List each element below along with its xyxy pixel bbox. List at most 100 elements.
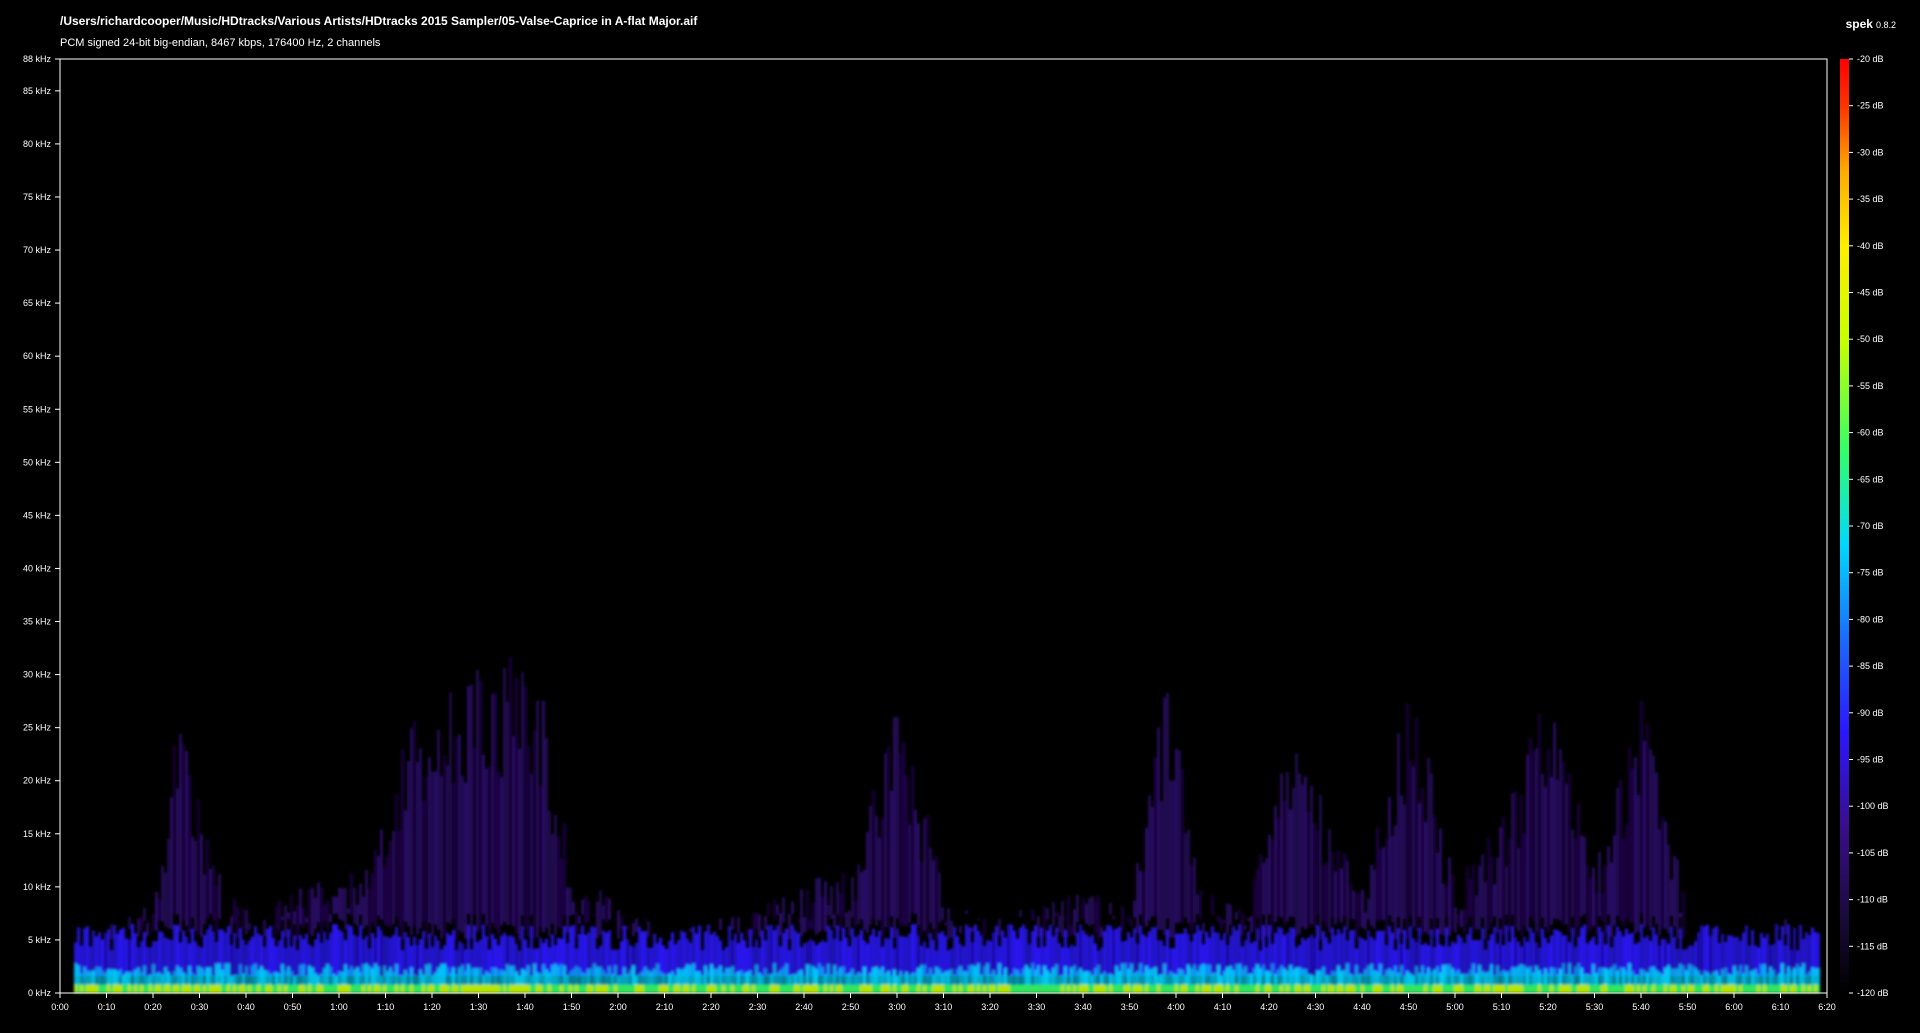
heat-cell-faint	[860, 872, 863, 920]
heat-cell-blue	[707, 924, 710, 977]
heat-cell-cyan	[116, 970, 119, 985]
heat-cell-low	[116, 984, 119, 993]
heat-cell-low	[1184, 984, 1187, 993]
heat-cell-cyan	[233, 974, 236, 985]
heat-cell-blue	[1469, 927, 1472, 977]
heat-cell-cyan	[623, 967, 626, 985]
heat-cell-blue	[1247, 931, 1250, 977]
heat-cell-low	[929, 984, 932, 993]
heat-cell-blue	[794, 930, 797, 977]
heat-cell-low	[776, 984, 779, 993]
heat-cell-faint	[1193, 857, 1196, 923]
heat-cell-cyan	[1265, 970, 1268, 985]
heat-cell-cyan	[1382, 975, 1385, 985]
heat-cell-faint	[146, 922, 149, 937]
heat-cell-cyan	[287, 966, 290, 985]
heat-cell-low	[1139, 984, 1142, 993]
heat-cell-low	[1784, 984, 1787, 993]
heat-cell-faint	[1451, 874, 1454, 931]
heat-cell-low	[527, 984, 530, 993]
heat-cell-cyan	[173, 971, 176, 985]
heat-cell-faint	[806, 889, 809, 931]
heat-cell-blue	[1775, 924, 1778, 977]
heat-cell-cyan	[125, 972, 128, 985]
heat-cell-faint	[1250, 916, 1253, 933]
heat-cell-cyan	[866, 975, 869, 985]
heat-cell-low	[1637, 984, 1640, 993]
heat-cell-blue	[536, 948, 539, 977]
heat-cell-cyan	[1403, 975, 1406, 985]
heat-cell-faint	[197, 799, 200, 935]
heat-cell-faint	[1418, 802, 1421, 917]
heat-cell-low	[1169, 984, 1172, 993]
heat-cell-blue	[869, 935, 872, 977]
heat-cell-cyan	[134, 969, 137, 985]
heat-cell-faint	[719, 918, 722, 930]
heat-cell-cyan	[575, 966, 578, 985]
heat-cell-blue	[1388, 925, 1391, 977]
heat-cell-cyan	[716, 968, 719, 985]
heat-cell-cyan	[377, 966, 380, 985]
heat-cell-low	[329, 984, 332, 993]
heat-cell-cyan	[1688, 964, 1691, 985]
heat-cell-faint	[1235, 912, 1238, 920]
heat-cell-low	[578, 984, 581, 993]
heat-cell-faint	[161, 865, 164, 922]
heat-cell-cyan	[1571, 974, 1574, 985]
heat-cell-cyan	[1550, 967, 1553, 985]
heat-cell-cyan	[629, 969, 632, 985]
heat-cell-faint	[1586, 864, 1589, 933]
colorbar-tick-label: -65 dB	[1857, 474, 1884, 484]
heat-cell-low	[470, 984, 473, 993]
heat-cell-blue	[659, 937, 662, 977]
heat-cell-blue	[1547, 942, 1550, 977]
heat-cell-faint	[533, 730, 536, 939]
heat-cell-faint	[791, 901, 794, 915]
heat-cell-cyan	[131, 972, 134, 985]
heat-cell-faint	[911, 765, 914, 914]
heat-cell-cyan	[482, 975, 485, 985]
heat-cell-low	[935, 984, 938, 993]
heat-cell-low	[1481, 984, 1484, 993]
heat-cell-low	[698, 984, 701, 993]
heat-cell-low	[1199, 984, 1202, 993]
heat-cell-blue	[1001, 930, 1004, 977]
heat-cell-low	[1733, 984, 1736, 993]
heat-cell-faint	[1169, 780, 1172, 938]
heat-cell-faint	[1625, 824, 1628, 918]
heat-cell-cyan	[698, 971, 701, 985]
heat-cell-low	[437, 984, 440, 993]
heat-cell-cyan	[1376, 971, 1379, 985]
heat-cell-cyan	[392, 972, 395, 985]
x-tick-label: 3:20	[981, 1002, 999, 1012]
heat-cell-low	[1589, 984, 1592, 993]
heat-cell-blue	[107, 929, 110, 977]
heat-cell-cyan	[1430, 971, 1433, 985]
heat-cell-blue	[518, 950, 521, 977]
x-tick-label: 0:10	[98, 1002, 116, 1012]
heat-cell-faint	[1439, 828, 1442, 934]
heat-cell-blue	[305, 933, 308, 977]
heat-cell-blue	[1556, 930, 1559, 977]
heat-cell-low	[575, 984, 578, 993]
heat-cell-cyan	[722, 972, 725, 985]
heat-cell-low	[452, 984, 455, 993]
heat-cell-faint	[914, 809, 917, 914]
heat-cell-blue	[521, 926, 524, 977]
heat-cell-blue	[185, 936, 188, 977]
heat-cell-low	[1649, 984, 1652, 993]
heat-cell-low	[1322, 984, 1325, 993]
heat-cell-cyan	[1085, 971, 1088, 985]
heat-cell-faint	[737, 916, 740, 933]
heat-cell-blue	[332, 924, 335, 977]
heat-cell-low	[1262, 984, 1265, 993]
heat-cell-low	[890, 984, 893, 993]
heat-cell-faint	[305, 917, 308, 924]
heat-cell-blue	[122, 927, 125, 977]
heat-cell-low	[131, 984, 134, 993]
heat-cell-blue	[140, 941, 143, 977]
heat-cell-low	[1007, 984, 1010, 993]
heat-cell-cyan	[1391, 970, 1394, 985]
heat-cell-cyan	[1733, 965, 1736, 985]
heat-cell-cyan	[1748, 970, 1751, 985]
